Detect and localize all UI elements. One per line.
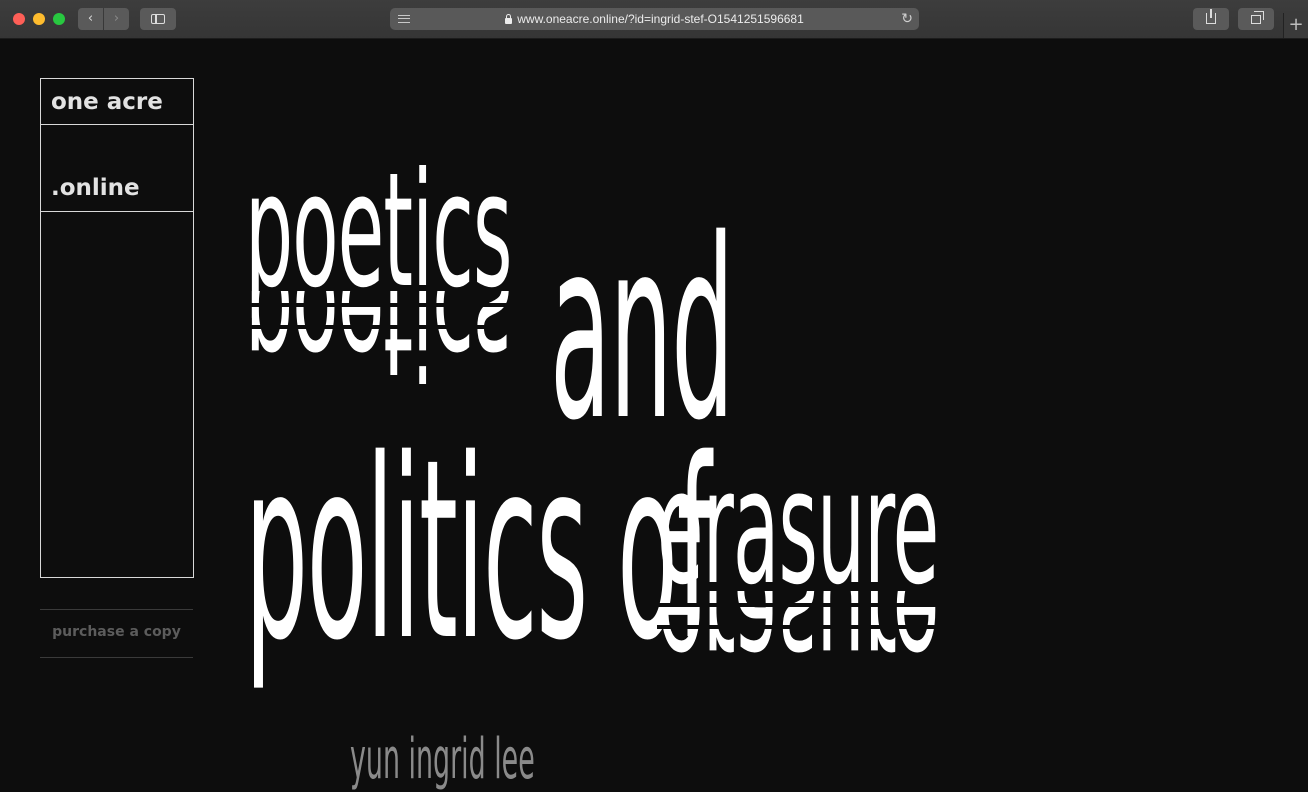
- sidebar-toggle-button[interactable]: [140, 8, 176, 30]
- title-word-poetics-reflection: poetics: [245, 291, 535, 419]
- reload-icon[interactable]: ↻: [901, 11, 913, 27]
- share-button[interactable]: [1193, 8, 1229, 30]
- brand-link-top[interactable]: one acre: [41, 79, 193, 125]
- address-bar[interactable]: www.oneacre.online/?id=ingrid-stef-O1541…: [390, 8, 919, 30]
- title-word-poetics: poetics: [245, 139, 512, 323]
- chevron-left-icon: ‹: [87, 11, 94, 26]
- minimize-window-button[interactable]: [33, 13, 45, 25]
- lock-icon: [505, 14, 513, 24]
- purchase-copy-link[interactable]: purchase a copy: [40, 609, 193, 658]
- back-button[interactable]: ‹: [78, 8, 103, 30]
- title-word-erasure-reflection: erasure: [657, 591, 947, 719]
- forward-button[interactable]: ›: [104, 8, 129, 30]
- brand-link-bottom[interactable]: .online: [41, 126, 193, 212]
- title-word-erasure: erasure: [657, 436, 939, 620]
- browser-toolbar: ‹ › www.oneacre.online/?id=ingrid-stef-O…: [0, 0, 1308, 39]
- brand-top-label: one acre: [51, 89, 163, 115]
- show-tabs-button[interactable]: [1238, 8, 1274, 30]
- purchase-copy-label: purchase a copy: [52, 624, 181, 640]
- new-tab-button[interactable]: +: [1283, 13, 1308, 38]
- sidebar-icon: [151, 14, 165, 24]
- chevron-right-icon: ›: [113, 11, 120, 26]
- brand-bottom-label: .online: [51, 175, 140, 201]
- zoom-window-button[interactable]: [53, 13, 65, 25]
- page-content: one acre .online purchase a copy poetics…: [1, 39, 1307, 788]
- sidebar-panel: one acre .online: [40, 78, 194, 578]
- title-word-politics-of: politics of: [245, 407, 712, 695]
- tabs-icon: [1251, 11, 1264, 24]
- share-icon: [1206, 9, 1216, 24]
- author-name: yun ingrid lee: [350, 727, 535, 792]
- close-window-button[interactable]: [13, 13, 25, 25]
- url-text: www.oneacre.online/?id=ingrid-stef-O1541…: [517, 12, 804, 26]
